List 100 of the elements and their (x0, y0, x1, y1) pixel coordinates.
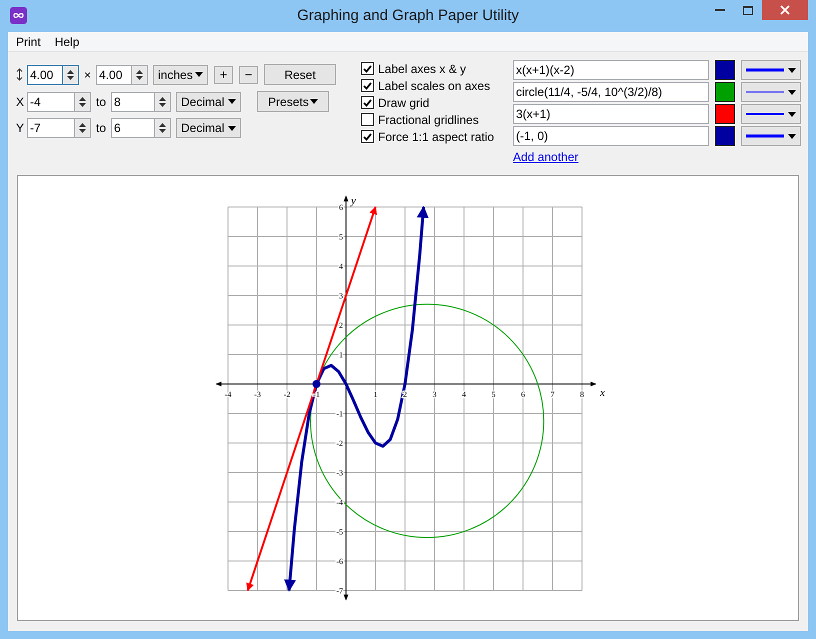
x-tick-label: 7 (550, 390, 554, 399)
spin-buttons[interactable] (62, 64, 79, 84)
caret-icon (788, 68, 796, 72)
down-arrow-icon (79, 129, 86, 133)
spin-buttons[interactable] (154, 92, 172, 112)
down-arrow-icon (159, 129, 166, 133)
x-tick-label: 5 (492, 390, 496, 399)
x-tick-label: 8 (580, 390, 584, 399)
line-style-dropdown[interactable] (741, 60, 801, 80)
line-style-dropdown[interactable] (741, 126, 801, 146)
checkbox-label: Draw grid (378, 94, 430, 112)
color-swatch[interactable] (715, 104, 735, 124)
y-tick-label: 1 (339, 350, 343, 360)
down-arrow-icon (79, 102, 86, 106)
x-tick-label: 1 (374, 390, 378, 399)
down-arrow-icon (136, 76, 144, 80)
add-another-link[interactable]: Add another (513, 148, 578, 166)
function-field[interactable]: circle(11/4, -5/4, 10^(3/2)/8) (513, 82, 709, 102)
vertical-arrows-icon (16, 68, 23, 81)
zoom-in-button[interactable]: + (214, 66, 234, 84)
spin-buttons[interactable] (74, 118, 91, 138)
function-field[interactable]: x(x+1)(x-2) (513, 60, 709, 80)
checkbox[interactable] (361, 130, 374, 143)
checkbox-label: Label scales on axes (378, 78, 490, 94)
y-tick-label: -7 (336, 586, 343, 596)
y-tick-label: 5 (339, 232, 343, 242)
plot-point (312, 380, 320, 388)
close-icon (780, 5, 790, 15)
caret-icon (788, 134, 796, 138)
caret-icon (788, 90, 796, 94)
presets-button[interactable]: Presets (257, 91, 330, 112)
y-tick-label: -2 (336, 439, 343, 448)
x-tick-label: 4 (462, 390, 466, 399)
window-title: Graphing and Graph Paper Utility (297, 6, 519, 26)
up-arrow-icon (67, 70, 74, 74)
up-arrow-icon (79, 123, 86, 127)
y-axis-label: y (351, 195, 356, 207)
app-icon (10, 7, 27, 24)
checkbox[interactable] (361, 62, 374, 75)
x-axis-label: x (600, 387, 605, 399)
caret-icon (228, 99, 236, 104)
x-tick-label: -3 (254, 390, 261, 399)
y-tick-label: 3 (339, 292, 343, 300)
up-arrow-icon (79, 96, 86, 100)
times-sign: × (84, 66, 92, 84)
menu-item[interactable]: Help (48, 32, 86, 50)
axis-label: X (16, 94, 26, 110)
function-field[interactable]: (-1, 0) (513, 126, 709, 146)
minimize-icon (715, 9, 725, 11)
spin-field[interactable]: 4.00 (96, 64, 132, 84)
spin-field[interactable]: -7 (27, 118, 74, 138)
line-style-dropdown[interactable] (741, 82, 801, 102)
color-swatch[interactable] (715, 126, 735, 146)
caret-icon (788, 112, 796, 116)
spin-field[interactable]: -4 (27, 92, 74, 112)
caret-icon (228, 126, 236, 130)
down-arrow-icon (159, 102, 166, 106)
dropdown[interactable]: Decimal (176, 92, 242, 112)
dropdown[interactable]: inches (153, 64, 208, 84)
line-sample-icon (746, 134, 784, 138)
up-arrow-icon (136, 70, 144, 74)
spin-buttons[interactable] (74, 92, 91, 112)
color-swatch[interactable] (715, 82, 735, 102)
checkbox-label: Label axes x & y (378, 60, 466, 78)
spin-field[interactable]: 8 (111, 92, 154, 112)
spin-field[interactable]: 6 (111, 118, 154, 138)
function-field[interactable]: 3(x+1) (513, 104, 709, 124)
y-tick-label: 2 (339, 321, 343, 330)
y-tick-label: 6 (339, 203, 343, 212)
menu-item[interactable]: Print (10, 32, 47, 50)
up-arrow-icon (159, 123, 166, 127)
x-tick-label: 3 (432, 390, 436, 399)
checkbox[interactable] (361, 113, 374, 126)
zoom-out-button[interactable]: − (239, 66, 258, 84)
spin-buttons[interactable] (154, 118, 172, 138)
y-tick-label: -6 (336, 557, 343, 566)
line-style-dropdown[interactable] (741, 104, 801, 124)
dropdown[interactable]: Decimal (176, 118, 242, 138)
line-sample-icon (746, 112, 784, 116)
caret-icon (195, 72, 204, 77)
to-label: to (96, 120, 106, 137)
up-arrow-icon (159, 96, 166, 100)
reset-button[interactable]: Reset (264, 64, 336, 85)
spin-buttons[interactable] (131, 64, 148, 84)
x-tick-label: -4 (224, 390, 232, 399)
color-swatch[interactable] (715, 60, 735, 80)
checkbox[interactable] (361, 79, 374, 92)
maximize-icon (743, 6, 753, 14)
spin-field[interactable]: 4.00 (27, 64, 62, 84)
checkbox[interactable] (361, 96, 374, 109)
check-icon (363, 132, 372, 140)
close-button[interactable] (762, 0, 808, 20)
y-tick-label: -5 (336, 528, 343, 536)
checkbox-label: Force 1:1 aspect ratio (378, 128, 494, 146)
axis-label: Y (16, 120, 26, 137)
caret-icon (310, 99, 318, 104)
x-tick-label: 6 (521, 390, 525, 399)
to-label: to (96, 94, 106, 110)
line-sample-icon (746, 68, 784, 72)
y-tick-label: -3 (336, 468, 343, 478)
